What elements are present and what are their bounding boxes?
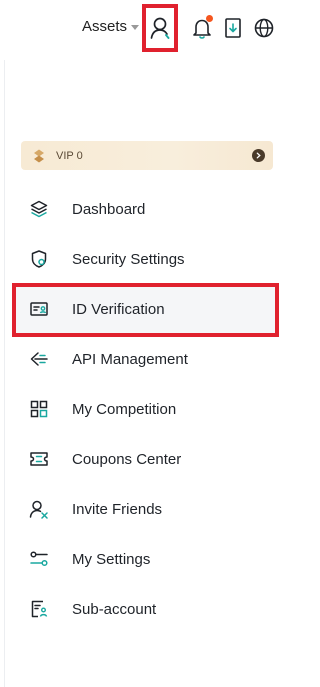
menu-item-my-settings[interactable]: My Settings <box>14 534 276 584</box>
user-button[interactable] <box>142 4 178 52</box>
panel-border <box>4 60 5 687</box>
api-icon <box>30 352 48 366</box>
menu-item-coupons-center[interactable]: Coupons Center <box>14 434 276 484</box>
menu-item-dashboard[interactable]: Dashboard <box>14 184 276 234</box>
vip-badge-icon <box>34 149 44 162</box>
menu-item-id-verification[interactable]: ID Verification <box>14 284 276 334</box>
assets-label: Assets <box>82 18 128 35</box>
id-card-icon <box>30 302 48 316</box>
invite-user-icon <box>29 500 48 519</box>
sliders-icon <box>30 551 48 567</box>
grid-icon <box>30 400 48 418</box>
menu-item-label: My Settings <box>72 550 151 568</box>
menu-item-invite-friends[interactable]: Invite Friends <box>14 484 276 534</box>
sub-account-icon <box>31 600 48 618</box>
notifications-button[interactable] <box>188 12 216 44</box>
menu-item-label: My Competition <box>72 400 177 418</box>
caret-down-icon <box>131 25 140 30</box>
notification-dot <box>206 15 213 22</box>
language-button[interactable] <box>250 12 278 44</box>
menu-item-label: API Management <box>72 350 188 368</box>
menu-item-sub-account[interactable]: Sub-account <box>14 584 276 634</box>
chevron-right-icon <box>252 149 265 162</box>
vip-level-label: VIP 0 <box>56 149 83 162</box>
menu-item-label: Security Settings <box>72 250 185 268</box>
menu-item-label: ID Verification <box>72 300 165 318</box>
top-bar: Assets <box>0 0 289 56</box>
download-icon <box>225 18 241 38</box>
menu-item-label: Invite Friends <box>72 500 163 518</box>
menu-item-label: Dashboard <box>72 200 146 218</box>
menu-item-label: Sub-account <box>72 600 157 618</box>
menu-item-my-competition[interactable]: My Competition <box>14 384 276 434</box>
globe-icon <box>254 18 274 38</box>
coupon-icon <box>30 452 48 466</box>
menu-item-security-settings[interactable]: Security Settings <box>14 234 276 284</box>
user-icon <box>150 17 170 39</box>
menu-item-label: Coupons Center <box>72 450 182 468</box>
shield-icon <box>31 250 47 268</box>
vip-banner[interactable]: VIP 0 <box>21 141 273 170</box>
layers-icon <box>30 200 48 218</box>
download-button[interactable] <box>219 12 247 44</box>
menu-item-api-management[interactable]: API Management <box>14 334 276 384</box>
assets-menu[interactable]: Assets <box>82 18 140 35</box>
